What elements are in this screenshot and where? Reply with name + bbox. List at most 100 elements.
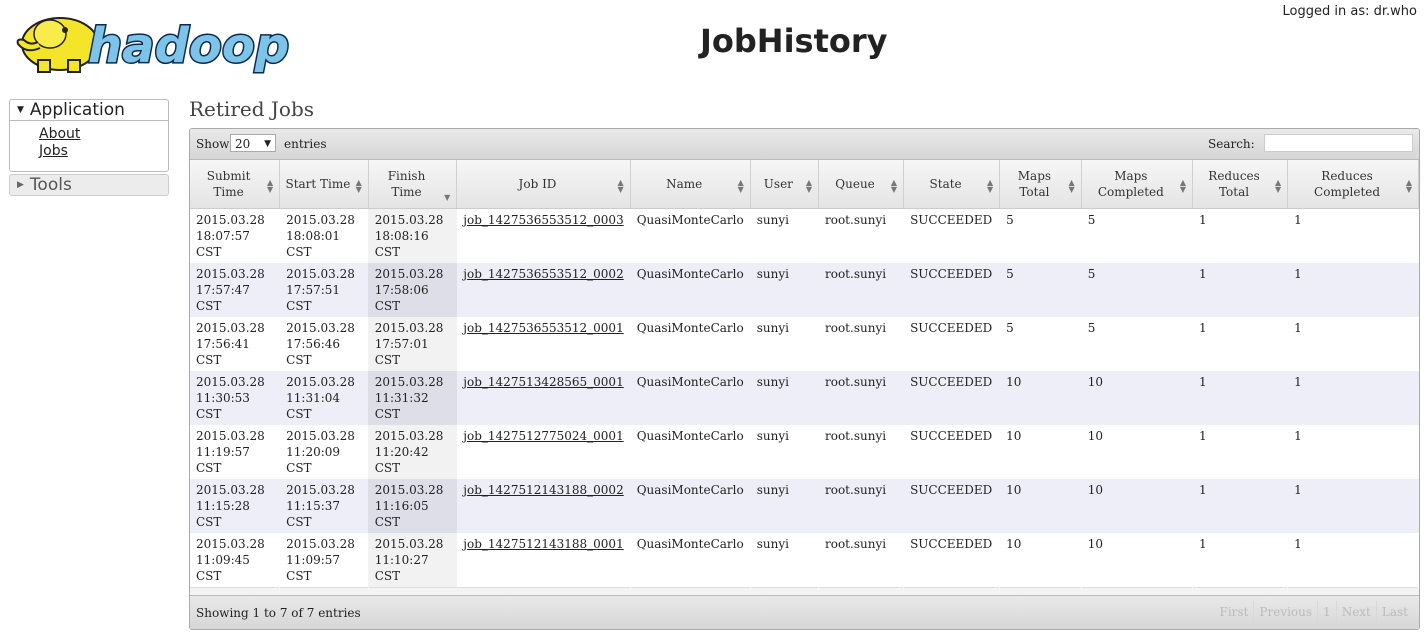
caret-right-icon: ▶ <box>17 180 24 190</box>
cell-maps-total: 10 <box>999 533 1082 588</box>
column-header-label: Maps Total <box>1017 169 1052 199</box>
table-toolbar: Show 20 ▼ entries Search: <box>190 129 1419 160</box>
sidebar-tools-section: ▶ Tools <box>9 174 169 196</box>
cell-state: SUCCEEDED <box>903 208 1000 263</box>
cell-user: sunyi <box>750 425 819 479</box>
search-input[interactable] <box>1264 134 1413 152</box>
cell-name: QuasiMonteCarlo <box>630 479 751 533</box>
cell-reduces-total: 1 <box>1192 208 1288 263</box>
table-footer: Showing 1 to 7 of 7 entries First Previou… <box>190 595 1419 629</box>
cell-queue: root.sunyi <box>818 533 904 588</box>
column-header-finish-time[interactable]: Finish Time ▼ <box>368 160 458 209</box>
job-id-link[interactable]: job_1427536553512_0003 <box>463 213 623 227</box>
cell-maps-total: 10 <box>999 371 1082 425</box>
sidebar-application-section: ▼ Application About Jobs <box>9 99 169 172</box>
cell-name: QuasiMonteCarlo <box>630 263 751 317</box>
cell-reduces-completed: 1 <box>1287 317 1419 371</box>
job-id-link[interactable]: job_1427512143188_0002 <box>463 483 623 497</box>
sort-both-icon: ▲ ▼ <box>1179 178 1186 194</box>
cell-maps-total: 5 <box>999 208 1082 263</box>
cell-user: sunyi <box>750 317 819 371</box>
cell-name: QuasiMonteCarlo <box>630 371 751 425</box>
cell-state: SUCCEEDED <box>903 533 1000 588</box>
column-header-submit-time[interactable]: Submit Time ▲ ▼ <box>190 160 281 209</box>
section-title: Retired Jobs <box>189 97 315 121</box>
caret-down-icon: ▼ <box>17 105 24 115</box>
cell-maps-completed: 10 <box>1081 479 1193 533</box>
table-row: 2015.03.28 18:07:57 CST 2015.03.28 18:08:… <box>190 208 1419 263</box>
cell-job-id: job_1427512143188_0002 <box>456 479 631 533</box>
table-row: 2015.03.28 11:30:53 CST 2015.03.28 11:31:… <box>190 371 1419 425</box>
entries-label: entries <box>284 137 327 151</box>
column-header-label: Job ID <box>518 177 557 191</box>
cell-queue: root.sunyi <box>818 263 904 317</box>
cell-finish-time: 2015.03.28 17:57:01 CST <box>368 317 457 371</box>
cell-finish-time: 2015.03.28 11:10:27 CST <box>368 533 457 588</box>
table-row: 2015.03.28 11:19:57 CST 2015.03.28 11:20:… <box>190 425 1419 479</box>
sidebar-link-about[interactable]: About <box>39 126 168 143</box>
table-row: 2015.03.28 11:09:45 CST 2015.03.28 11:09:… <box>190 533 1419 588</box>
column-header-reduces-completed[interactable]: Reduces Completed ▲ ▼ <box>1287 160 1419 209</box>
table-info: Showing 1 to 7 of 7 entries <box>196 606 361 620</box>
column-header-job-id[interactable]: Job ID ▲ ▼ <box>456 160 631 209</box>
cell-maps-total: 10 <box>999 479 1082 533</box>
show-label: Show <box>196 137 230 151</box>
sidebar-link-jobs[interactable]: Jobs <box>39 143 168 160</box>
hadoop-logo[interactable]: hadoop <box>10 4 310 76</box>
sort-both-icon: ▲ ▼ <box>355 178 362 194</box>
page-length-select[interactable]: 20 ▼ <box>230 134 276 152</box>
column-header-user[interactable]: User ▲ ▼ <box>750 160 820 209</box>
pager-next[interactable]: Next <box>1335 601 1376 623</box>
cell-state: SUCCEEDED <box>903 479 1000 533</box>
cell-state: SUCCEEDED <box>903 425 1000 479</box>
cell-start-time: 2015.03.28 17:57:51 CST <box>279 263 369 317</box>
table-row: 2015.03.28 17:57:47 CST 2015.03.28 17:57:… <box>190 263 1419 317</box>
cell-state: SUCCEEDED <box>903 263 1000 317</box>
cell-reduces-completed: 1 <box>1287 533 1419 588</box>
column-header-maps-total[interactable]: Maps Total ▲ ▼ <box>999 160 1082 209</box>
cell-reduces-completed: 1 <box>1287 208 1419 263</box>
logged-in-status: Logged in as: dr.who <box>1282 4 1417 19</box>
hadoop-elephant-icon: hadoop <box>16 17 291 76</box>
pager-1[interactable]: 1 <box>1317 601 1336 623</box>
column-header-label: Finish Time <box>387 169 426 199</box>
job-id-link[interactable]: job_1427536553512_0001 <box>463 321 623 335</box>
cell-user: sunyi <box>750 533 819 588</box>
job-id-link[interactable]: job_1427536553512_0002 <box>463 267 623 281</box>
cell-user: sunyi <box>750 371 819 425</box>
pagination: First Previous 1 Next Last <box>1215 601 1413 623</box>
job-id-link[interactable]: job_1427512775024_0001 <box>463 429 623 443</box>
cell-start-time: 2015.03.28 11:15:37 CST <box>279 479 369 533</box>
sidebar-application-header[interactable]: ▼ Application <box>10 100 168 121</box>
cell-state: SUCCEEDED <box>903 371 1000 425</box>
page-title: JobHistory <box>700 22 888 60</box>
cell-queue: root.sunyi <box>818 317 904 371</box>
cell-reduces-total: 1 <box>1192 425 1288 479</box>
sidebar-tools-label: Tools <box>29 175 72 195</box>
column-header-label: Reduces Total <box>1208 169 1260 199</box>
cell-name: QuasiMonteCarlo <box>630 208 751 263</box>
cell-maps-completed: 5 <box>1081 208 1193 263</box>
cell-state: SUCCEEDED <box>903 317 1000 371</box>
column-header-maps-completed[interactable]: Maps Completed ▲ ▼ <box>1081 160 1193 209</box>
cell-submit-time: 2015.03.28 11:30:53 CST <box>190 371 280 425</box>
column-header-name[interactable]: Name ▲ ▼ <box>630 160 751 209</box>
cell-submit-time: 2015.03.28 18:07:57 CST <box>190 208 280 263</box>
cell-reduces-completed: 1 <box>1287 479 1419 533</box>
column-header-label: User <box>763 177 793 191</box>
column-header-start-time[interactable]: Start Time ▲ ▼ <box>279 160 369 209</box>
pager-previous[interactable]: Previous <box>1253 601 1317 623</box>
cell-maps-completed: 10 <box>1081 425 1193 479</box>
job-id-link[interactable]: job_1427512143188_0001 <box>463 537 623 551</box>
pager-last[interactable]: Last <box>1375 601 1413 623</box>
pager-first[interactable]: First <box>1215 601 1254 623</box>
column-header-queue[interactable]: Queue ▲ ▼ <box>818 160 905 209</box>
column-header-reduces-total[interactable]: Reduces Total ▲ ▼ <box>1192 160 1289 209</box>
cell-submit-time: 2015.03.28 17:57:47 CST <box>190 263 280 317</box>
cell-finish-time: 2015.03.28 18:08:16 CST <box>368 208 457 263</box>
column-header-state[interactable]: State ▲ ▼ <box>903 160 1001 209</box>
job-id-link[interactable]: job_1427513428565_0001 <box>463 375 623 389</box>
sidebar-tools-header[interactable]: ▶ Tools <box>10 175 168 195</box>
cell-name: QuasiMonteCarlo <box>630 425 751 479</box>
cell-start-time: 2015.03.28 11:31:04 CST <box>279 371 369 425</box>
